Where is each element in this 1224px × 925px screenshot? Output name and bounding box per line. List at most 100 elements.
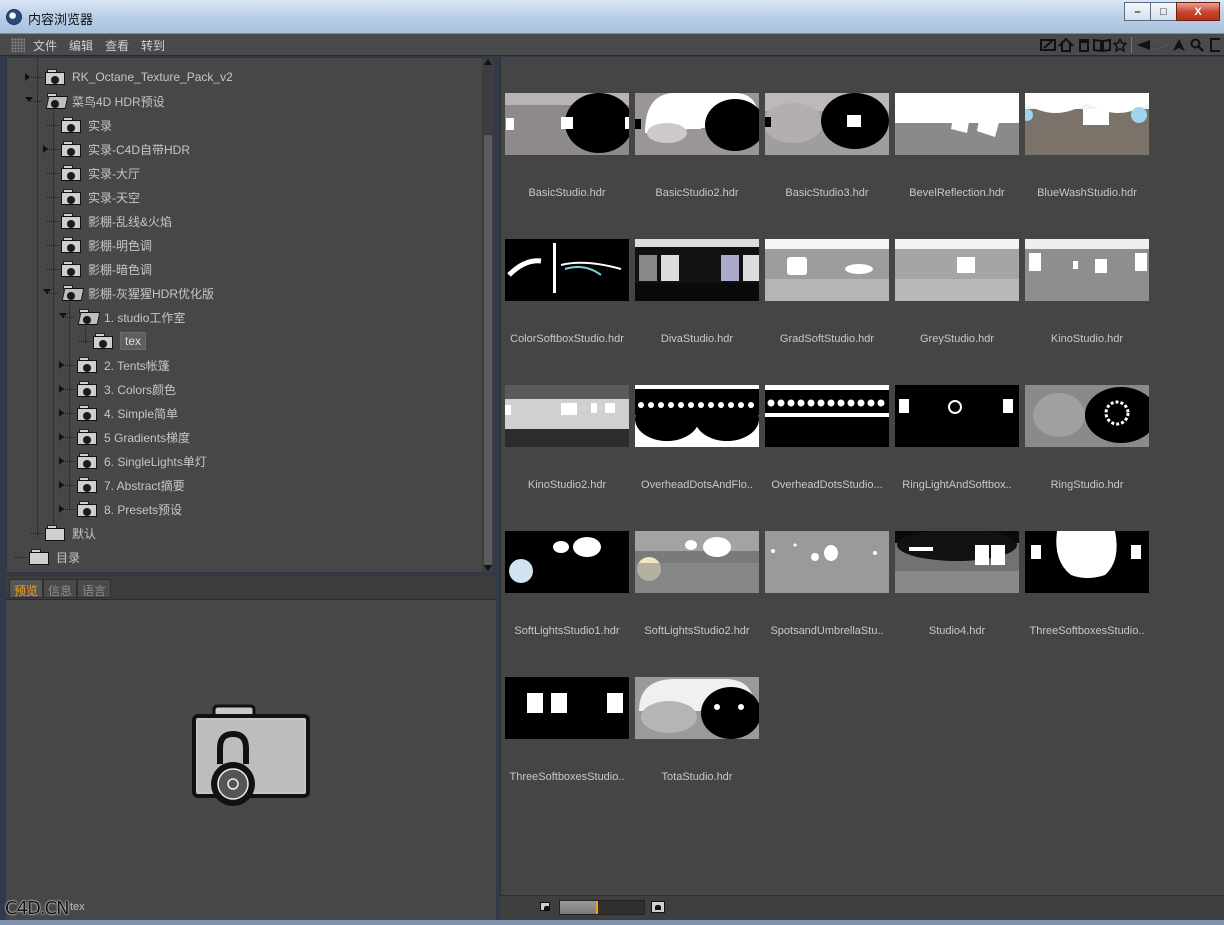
hdr-thumbnail[interactable] xyxy=(1025,239,1149,301)
hdr-thumbnail[interactable] xyxy=(765,385,889,447)
zoom-slider-handle[interactable] xyxy=(595,901,598,914)
menu-file[interactable]: 文件 xyxy=(33,37,57,54)
hdr-thumbnail[interactable] xyxy=(895,93,1019,155)
small-thumbnail-icon[interactable] xyxy=(540,902,550,911)
collapse-arrow-icon[interactable] xyxy=(43,289,51,294)
file-tile[interactable]: BevelReflection.hdr xyxy=(895,93,1019,199)
hdr-thumbnail[interactable] xyxy=(635,385,759,447)
file-tile[interactable]: BasicStudio2.hdr xyxy=(635,93,759,199)
hdr-thumbnail[interactable] xyxy=(635,531,759,593)
file-tile[interactable]: BasicStudio.hdr xyxy=(505,93,629,199)
file-tile[interactable]: OverheadDotsStudio... xyxy=(765,385,889,491)
expand-arrow-icon[interactable] xyxy=(59,385,64,393)
file-tile[interactable]: TotaStudio.hdr xyxy=(635,677,759,783)
hdr-thumbnail[interactable] xyxy=(505,531,629,593)
file-tile[interactable]: Studio4.hdr xyxy=(895,531,1019,637)
expand-arrow-icon[interactable] xyxy=(59,433,64,441)
search-icon[interactable] xyxy=(1188,36,1206,54)
menu-goto[interactable]: 转到 xyxy=(141,37,165,54)
menu-edit[interactable]: 编辑 xyxy=(69,37,93,54)
tab-language[interactable]: 语言 xyxy=(77,579,112,598)
expand-arrow-icon[interactable] xyxy=(59,457,64,465)
edit-icon[interactable] xyxy=(1039,36,1057,54)
tree-item[interactable]: 4. Simple简单 xyxy=(77,402,178,424)
expand-arrow-icon[interactable] xyxy=(59,361,64,369)
star-icon[interactable] xyxy=(1111,36,1129,54)
hdr-thumbnail[interactable] xyxy=(765,93,889,155)
forward-icon[interactable] xyxy=(1152,36,1170,54)
hdr-thumbnail[interactable] xyxy=(1025,531,1149,593)
file-tile[interactable]: ThreeSoftboxesStudio.. xyxy=(1025,531,1149,637)
hdr-thumbnail[interactable] xyxy=(505,385,629,447)
expand-arrow-icon[interactable] xyxy=(59,505,64,513)
expand-arrow-icon[interactable] xyxy=(59,409,64,417)
tree-item[interactable]: 5 Gradients梯度 xyxy=(77,426,190,448)
scroll-up-icon[interactable] xyxy=(484,59,492,65)
file-tile[interactable]: SoftLightsStudio1.hdr xyxy=(505,531,629,637)
collapse-arrow-icon[interactable] xyxy=(25,97,33,102)
file-tile[interactable]: RingLightAndSoftbox.. xyxy=(895,385,1019,491)
trash-icon[interactable] xyxy=(1075,36,1093,54)
tree-item[interactable]: 影棚-灰猩猩HDR优化版 xyxy=(61,282,214,304)
file-tile[interactable]: BlueWashStudio.hdr xyxy=(1025,93,1149,199)
file-tile[interactable]: OverheadDotsAndFlo.. xyxy=(635,385,759,491)
file-tile[interactable]: GradSoftStudio.hdr xyxy=(765,239,889,345)
file-tile[interactable]: SoftLightsStudio2.hdr xyxy=(635,531,759,637)
tree-item[interactable]: 影棚-暗色调 xyxy=(61,258,152,280)
tree-item[interactable]: 实录-大厅 xyxy=(61,162,140,184)
file-tile[interactable]: BasicStudio3.hdr xyxy=(765,93,889,199)
file-tile[interactable]: ColorSoftboxStudio.hdr xyxy=(505,239,629,345)
hdr-thumbnail[interactable] xyxy=(1025,93,1149,155)
hdr-thumbnail[interactable] xyxy=(635,239,759,301)
tree-item[interactable]: 菜鸟4D HDR预设 xyxy=(45,90,165,112)
tree-item[interactable]: 默认 xyxy=(45,522,96,544)
hdr-thumbnail[interactable] xyxy=(765,239,889,301)
file-tile[interactable]: KinoStudio.hdr xyxy=(1025,239,1149,345)
maximize-button[interactable]: □ xyxy=(1150,2,1177,21)
tree-scrollbar[interactable] xyxy=(482,57,494,573)
close-button[interactable]: X xyxy=(1176,2,1220,21)
file-tile[interactable]: DivaStudio.hdr xyxy=(635,239,759,345)
menu-view[interactable]: 查看 xyxy=(105,37,129,54)
file-tile[interactable]: SpotsandUmbrellaStu.. xyxy=(765,531,889,637)
tree-item[interactable]: RK_Octane_Texture_Pack_v2 xyxy=(45,66,233,88)
hdr-thumbnail[interactable] xyxy=(635,677,759,739)
scroll-thumb[interactable] xyxy=(484,135,492,565)
expand-arrow-icon[interactable] xyxy=(43,145,48,153)
tree-item[interactable]: 实录-C4D自带HDR xyxy=(61,138,190,160)
file-tile[interactable]: ThreeSoftboxesStudio.. xyxy=(505,677,629,783)
zoom-slider[interactable] xyxy=(559,900,645,915)
tree-item[interactable]: tex xyxy=(93,330,147,352)
up-icon[interactable] xyxy=(1170,36,1188,54)
tree-item[interactable]: 6. SingleLights单灯 xyxy=(77,450,207,472)
back-icon[interactable] xyxy=(1134,36,1152,54)
hdr-thumbnail[interactable] xyxy=(895,531,1019,593)
hdr-thumbnail[interactable] xyxy=(505,93,629,155)
expand-arrow-icon[interactable] xyxy=(59,481,64,489)
tree-item[interactable]: 2. Tents帐篷 xyxy=(77,354,170,376)
tree-item[interactable]: 实录-天空 xyxy=(61,186,140,208)
file-tile[interactable]: GreyStudio.hdr xyxy=(895,239,1019,345)
tree-item[interactable]: 目录 xyxy=(29,546,80,568)
tree-item[interactable]: 7. Abstract摘要 xyxy=(77,474,185,496)
tree-item[interactable]: 影棚-乱线&火焰 xyxy=(61,210,172,232)
home-icon[interactable] xyxy=(1057,36,1075,54)
collapse-arrow-icon[interactable] xyxy=(59,313,67,318)
tree-item[interactable]: 影棚-明色调 xyxy=(61,234,152,256)
hdr-thumbnail[interactable] xyxy=(895,239,1019,301)
file-tile[interactable]: KinoStudio2.hdr xyxy=(505,385,629,491)
hdr-thumbnail[interactable] xyxy=(505,677,629,739)
tree-item[interactable]: 1. studio工作室 xyxy=(77,306,185,328)
file-tile[interactable]: RingStudio.hdr xyxy=(1025,385,1149,491)
tree-item[interactable]: 3. Colors颜色 xyxy=(77,378,176,400)
hdr-thumbnail[interactable] xyxy=(635,93,759,155)
scroll-down-icon[interactable] xyxy=(484,565,492,571)
tab-info[interactable]: 信息 xyxy=(43,579,78,598)
tree-item[interactable]: 实录 xyxy=(61,114,112,136)
hdr-thumbnail[interactable] xyxy=(765,531,889,593)
tree-item[interactable]: 8. Presets预设 xyxy=(77,498,182,520)
hdr-thumbnail[interactable] xyxy=(1025,385,1149,447)
expand-icon[interactable] xyxy=(1206,36,1224,54)
expand-arrow-icon[interactable] xyxy=(25,73,30,81)
tab-preview[interactable]: 预览 xyxy=(9,579,44,598)
